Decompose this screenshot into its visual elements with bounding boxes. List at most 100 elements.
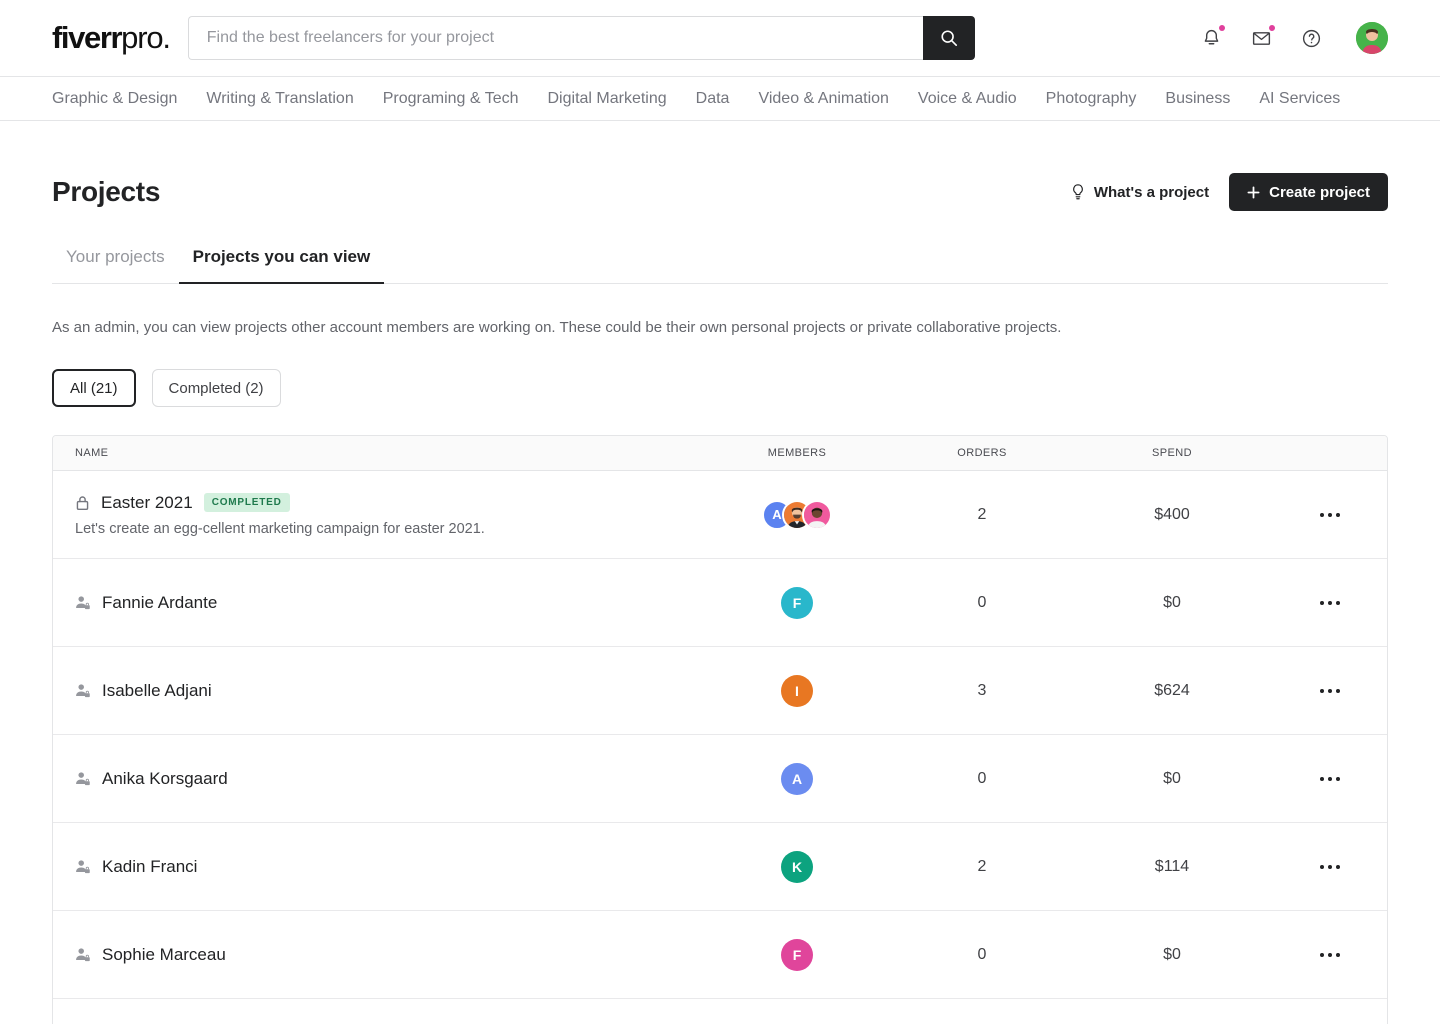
user-avatar[interactable] [1356, 22, 1388, 54]
fiverr-pro-logo[interactable]: fiverrpro. [52, 20, 171, 56]
nav-item-programing-tech[interactable]: Programing & Tech [383, 90, 519, 108]
avatar-photo [1356, 22, 1388, 54]
projects-table: NAME MEMBERS ORDERS SPEND Easter 2021 COM… [52, 435, 1388, 1024]
member-avatar[interactable]: K [781, 850, 813, 883]
nav-item-writing-translation[interactable]: Writing & Translation [206, 90, 353, 108]
nav-item-graphic-design[interactable]: Graphic & Design [52, 90, 177, 108]
ellipsis-menu-icon[interactable] [1272, 952, 1387, 957]
member-avatar[interactable]: I [781, 674, 813, 707]
tab-your-projects[interactable]: Your projects [52, 247, 179, 284]
ellipsis-menu-icon[interactable] [1272, 688, 1387, 693]
ellipsis-menu-icon[interactable] [1272, 600, 1387, 605]
member-avatar-group: A [702, 762, 892, 795]
column-header-spend: SPEND [1152, 447, 1192, 459]
create-project-label: Create project [1269, 183, 1370, 201]
page-content: Projects What's a project Create project… [0, 121, 1440, 1024]
row-title: Fannie Ardante [102, 592, 218, 612]
row-spend: $0 [1163, 945, 1181, 963]
member-avatar-group: K [702, 850, 892, 883]
private-user-icon [76, 771, 90, 785]
table-row[interactable]: Fannie Ardante F 0 $0 [53, 559, 1387, 647]
table-row[interactable]: Easter 2021 COMPLETED Let's create an egg-… [53, 471, 1387, 559]
row-orders: 0 [977, 769, 987, 787]
filter-chips: All (21) Completed (2) [52, 369, 1388, 407]
row-members-cell: A [702, 762, 892, 795]
nav-item-video-animation[interactable]: Video & Animation [758, 90, 888, 108]
column-header-orders: ORDERS [957, 447, 1007, 459]
table-row[interactable]: Website Wizardry WorksLet's create an eg… [53, 999, 1387, 1024]
ellipsis-menu-icon[interactable] [1272, 864, 1387, 869]
page-title: Projects [52, 176, 161, 207]
row-title-line: Kadin Franci [75, 857, 702, 877]
category-nav: Graphic & Design Writing & Translation P… [0, 77, 1440, 121]
nav-item-business[interactable]: Business [1165, 90, 1230, 108]
table-body: Easter 2021 COMPLETED Let's create an egg-… [53, 471, 1387, 1024]
row-orders: 0 [977, 945, 987, 963]
table-row[interactable]: Sophie Marceau F 0 $0 [53, 911, 1387, 999]
row-name-wrap: Kadin Franci [75, 857, 702, 877]
nav-item-digital-marketing[interactable]: Digital Marketing [548, 90, 667, 108]
member-photo [804, 501, 830, 528]
private-user-icon [76, 595, 90, 609]
inbox-button[interactable] [1248, 25, 1275, 51]
ellipsis-menu-icon[interactable] [1272, 776, 1387, 781]
notifications-bell-icon [1204, 29, 1218, 44]
row-title: Kadin Franci [102, 856, 198, 876]
member-avatar[interactable]: A [781, 762, 813, 795]
table-row[interactable]: Anika Korsgaard A 0 $0 [53, 735, 1387, 823]
row-name-cell: Isabelle Adjani [53, 681, 702, 701]
filter-all[interactable]: All (21) [52, 369, 136, 407]
search-button[interactable] [922, 16, 975, 60]
row-name-cell: Kadin Franci [53, 857, 702, 877]
table-row[interactable]: Kadin Franci K 2 $114 [53, 823, 1387, 911]
row-orders: 2 [977, 505, 987, 523]
row-members-cell: F [702, 586, 892, 619]
row-name-wrap: Anika Korsgaard [75, 769, 702, 789]
member-avatar[interactable]: F [781, 938, 813, 971]
create-project-button[interactable]: Create project [1229, 173, 1388, 211]
table-row[interactable]: Isabelle Adjani I 3 $624 [53, 647, 1387, 735]
member-avatar[interactable] [802, 499, 832, 530]
plus-icon [1247, 186, 1260, 198]
nav-item-ai-services[interactable]: AI Services [1259, 90, 1340, 108]
row-title: Anika Korsgaard [102, 768, 228, 788]
row-spend: $0 [1163, 769, 1181, 787]
row-name-cell: Fannie Ardante [53, 593, 702, 613]
search-input[interactable] [187, 16, 923, 60]
logo-main: fiverr [52, 20, 123, 55]
row-actions-cell [1272, 512, 1387, 517]
logo-pro: pro. [121, 20, 171, 55]
notifications-button[interactable] [1198, 25, 1225, 51]
row-name-wrap: Isabelle Adjani [75, 681, 702, 701]
top-header: fiverrpro. [0, 0, 1440, 77]
inbox-dot [1269, 25, 1275, 31]
private-user-icon [76, 683, 90, 697]
nav-item-photography[interactable]: Photography [1046, 90, 1137, 108]
private-user-icon [76, 947, 90, 961]
row-actions-cell [1272, 600, 1387, 605]
row-members-cell: F [702, 938, 892, 971]
page-header: Projects What's a project Create project [52, 121, 1388, 211]
row-name-cell: Sophie Marceau [53, 945, 702, 965]
row-title: Easter 2021 [101, 492, 193, 512]
help-button[interactable] [1298, 25, 1324, 51]
row-title-line: Anika Korsgaard [75, 769, 702, 789]
row-title-line: Easter 2021 COMPLETED [75, 493, 702, 513]
member-avatar[interactable]: F [781, 586, 813, 619]
row-spend: $114 [1154, 857, 1190, 875]
row-members-cell: K [702, 850, 892, 883]
row-actions-cell [1272, 952, 1387, 957]
page-description: As an admin, you can view projects other… [52, 319, 1062, 336]
project-tabs: Your projects Projects you can view [52, 247, 1388, 284]
row-orders: 3 [977, 681, 987, 699]
nav-item-voice-audio[interactable]: Voice & Audio [918, 90, 1017, 108]
whats-a-project-link[interactable]: What's a project [1070, 183, 1209, 201]
status-badge: COMPLETED [203, 493, 290, 512]
filter-completed[interactable]: Completed (2) [151, 369, 281, 407]
tab-projects-you-can-view[interactable]: Projects you can view [178, 247, 385, 284]
member-avatar-group: I [702, 674, 892, 707]
row-spend: $624 [1154, 681, 1190, 699]
nav-item-data[interactable]: Data [696, 90, 730, 108]
ellipsis-menu-icon[interactable] [1272, 512, 1387, 517]
column-header-name: NAME [75, 447, 109, 459]
